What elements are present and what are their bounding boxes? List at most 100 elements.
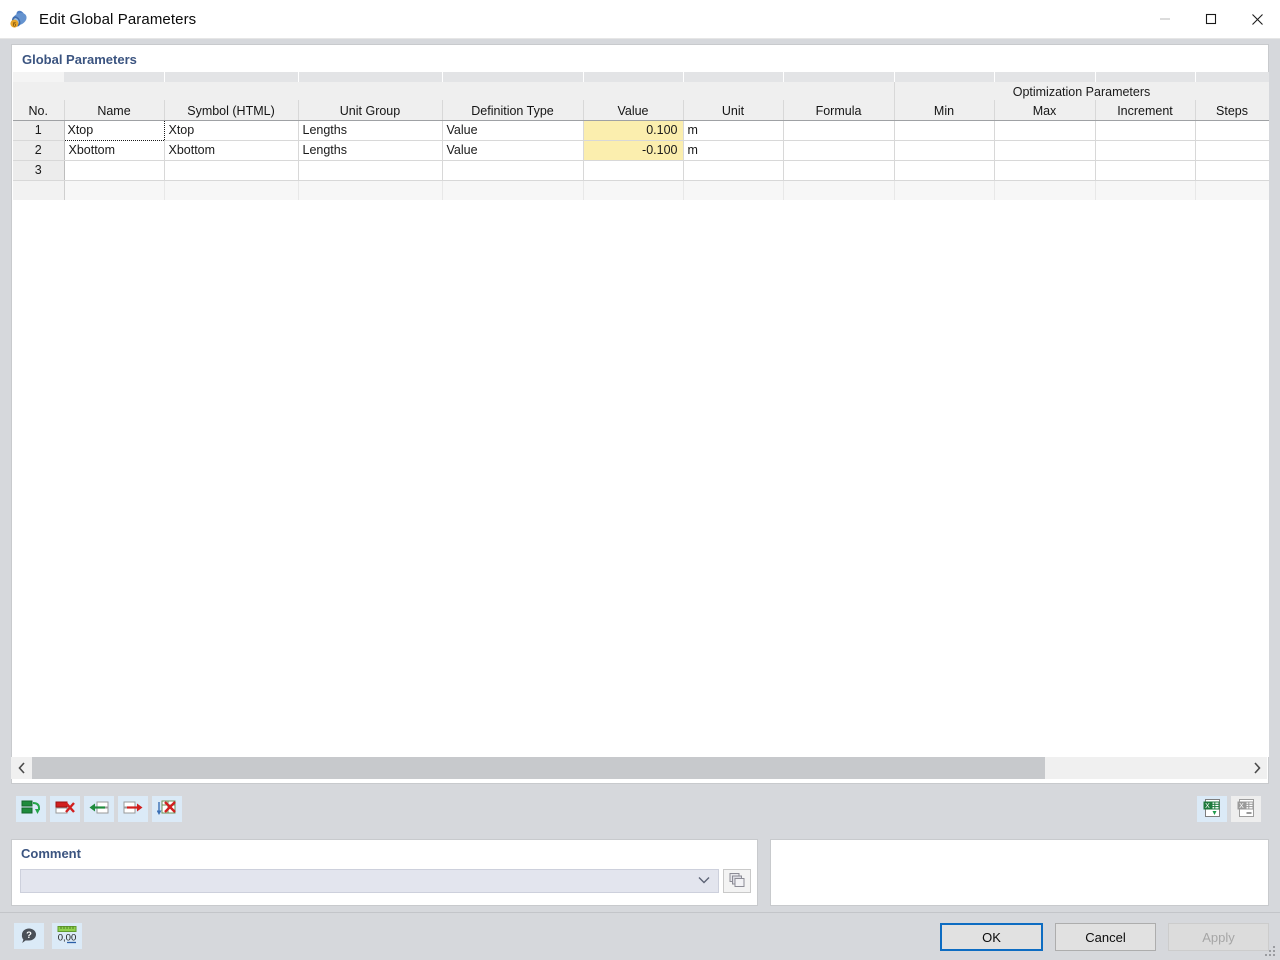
cell-symbol[interactable]: Xtop xyxy=(164,120,298,140)
filler-cell xyxy=(994,180,1095,200)
import-from-excel-button[interactable]: X xyxy=(1197,796,1227,822)
cell-value[interactable] xyxy=(583,160,683,180)
comment-row xyxy=(20,869,751,893)
scrollbar-track[interactable] xyxy=(32,757,1246,779)
table-row[interactable]: 3 xyxy=(13,160,1269,180)
units-and-decimal-places-button[interactable]: 0,00 xyxy=(52,923,82,949)
help-question-icon: ? xyxy=(19,925,39,948)
comment-panel: Comment xyxy=(11,839,758,906)
table-delete-icon xyxy=(157,799,177,820)
column-header-increment[interactable]: Increment xyxy=(1095,100,1195,120)
cell-max[interactable] xyxy=(994,140,1095,160)
column-header-row: No. Name Symbol (HTML) Unit Group Defini… xyxy=(13,100,1269,120)
cell-min[interactable] xyxy=(894,120,994,140)
cell-name[interactable] xyxy=(64,160,164,180)
cell-unit-group[interactable]: Lengths xyxy=(298,120,442,140)
column-header-name[interactable]: Name xyxy=(64,100,164,120)
close-icon[interactable] xyxy=(1234,0,1280,39)
new-parameter-button[interactable] xyxy=(16,796,46,822)
cell-symbol[interactable] xyxy=(164,160,298,180)
cell-value[interactable]: 0.100 xyxy=(583,120,683,140)
cell-unit[interactable]: m xyxy=(683,120,783,140)
window-title: Edit Global Parameters xyxy=(39,11,196,28)
global-parameters-panel: Global Parameters xyxy=(11,44,1269,784)
column-header-unit-group[interactable]: Unit Group xyxy=(298,100,442,120)
cell-definition-type[interactable]: Value xyxy=(442,140,583,160)
cell-min[interactable] xyxy=(894,160,994,180)
column-header-steps[interactable]: Steps xyxy=(1195,100,1269,120)
svg-text:X: X xyxy=(1205,803,1210,810)
footer-buttons: OK Cancel Apply xyxy=(940,923,1269,951)
filler-cell xyxy=(783,180,894,200)
comment-input[interactable] xyxy=(20,869,719,893)
column-header-formula[interactable]: Formula xyxy=(783,100,894,120)
cell-unit[interactable]: m xyxy=(683,140,783,160)
move-left-button[interactable] xyxy=(84,796,114,822)
minimize-icon[interactable] xyxy=(1142,0,1188,39)
chevron-down-icon[interactable] xyxy=(698,875,710,887)
toolbar-left-group xyxy=(16,796,182,822)
column-header-definition-type[interactable]: Definition Type xyxy=(442,100,583,120)
cell-max[interactable] xyxy=(994,160,1095,180)
cell-min[interactable] xyxy=(894,140,994,160)
column-header-max[interactable]: Max xyxy=(994,100,1095,120)
apply-button[interactable]: Apply xyxy=(1168,923,1269,951)
cell-increment[interactable] xyxy=(1095,160,1195,180)
parameters-table-wrapper[interactable]: Optimization Parameters No. Name Symbol … xyxy=(13,72,1269,757)
parameters-table: Optimization Parameters No. Name Symbol … xyxy=(13,72,1269,200)
table-row[interactable]: 2 Xbottom Xbottom Lengths Value -0.100 m xyxy=(13,140,1269,160)
dialog-body: Global Parameters xyxy=(0,39,1280,960)
title-bar: 6 Edit Global Parameters xyxy=(0,0,1280,39)
band-cell xyxy=(64,72,164,82)
chevron-left-icon[interactable] xyxy=(11,757,32,779)
cell-definition-type[interactable]: Value xyxy=(442,120,583,140)
column-header-min[interactable]: Min xyxy=(894,100,994,120)
filler-cell xyxy=(442,180,583,200)
chevron-right-icon[interactable] xyxy=(1246,757,1267,779)
row-delete-icon xyxy=(55,799,75,820)
parameters-cylinder-icon: 6 xyxy=(8,8,30,30)
export-to-excel-button[interactable]: X xyxy=(1231,796,1261,822)
group-header-row: Optimization Parameters xyxy=(13,82,1269,100)
column-header-no[interactable]: No. xyxy=(13,100,64,120)
help-button[interactable]: ? xyxy=(14,923,44,949)
column-header-symbol[interactable]: Symbol (HTML) xyxy=(164,100,298,120)
cell-steps[interactable] xyxy=(1195,160,1269,180)
window-controls xyxy=(1142,0,1280,39)
cell-definition-type[interactable] xyxy=(442,160,583,180)
move-right-button[interactable] xyxy=(118,796,148,822)
column-header-value[interactable]: Value xyxy=(583,100,683,120)
filler-cell xyxy=(164,180,298,200)
cell-name[interactable]: Xbottom xyxy=(64,140,164,160)
filler-cell xyxy=(683,180,783,200)
delete-parameter-button[interactable] xyxy=(50,796,80,822)
cell-value[interactable]: -0.100 xyxy=(583,140,683,160)
cell-unit[interactable] xyxy=(683,160,783,180)
cell-steps[interactable] xyxy=(1195,140,1269,160)
horizontal-scrollbar[interactable] xyxy=(11,757,1267,779)
table-row[interactable]: 1 Xtop Xtop Lengths Value 0.100 m xyxy=(13,120,1269,140)
scrollbar-thumb[interactable] xyxy=(32,757,1045,779)
band-cell xyxy=(164,72,298,82)
column-header-unit[interactable]: Unit xyxy=(683,100,783,120)
parameters-table-body: 1 Xtop Xtop Lengths Value 0.100 m xyxy=(13,120,1269,200)
cell-increment[interactable] xyxy=(1095,120,1195,140)
resize-grip[interactable] xyxy=(1265,946,1277,958)
cell-symbol[interactable]: Xbottom xyxy=(164,140,298,160)
cell-unit-group[interactable] xyxy=(298,160,442,180)
cell-name[interactable]: Xtop xyxy=(64,120,164,140)
filler-cell xyxy=(298,180,442,200)
cell-max[interactable] xyxy=(994,120,1095,140)
delete-all-button[interactable] xyxy=(152,796,182,822)
cancel-button[interactable]: Cancel xyxy=(1055,923,1156,951)
comment-select-button[interactable] xyxy=(723,869,751,893)
band-cell xyxy=(1195,72,1269,82)
cell-steps[interactable] xyxy=(1195,120,1269,140)
cell-formula[interactable] xyxy=(783,160,894,180)
cell-formula[interactable] xyxy=(783,140,894,160)
ok-button[interactable]: OK xyxy=(940,923,1043,951)
cell-unit-group[interactable]: Lengths xyxy=(298,140,442,160)
cell-increment[interactable] xyxy=(1095,140,1195,160)
maximize-icon[interactable] xyxy=(1188,0,1234,39)
cell-formula[interactable] xyxy=(783,120,894,140)
